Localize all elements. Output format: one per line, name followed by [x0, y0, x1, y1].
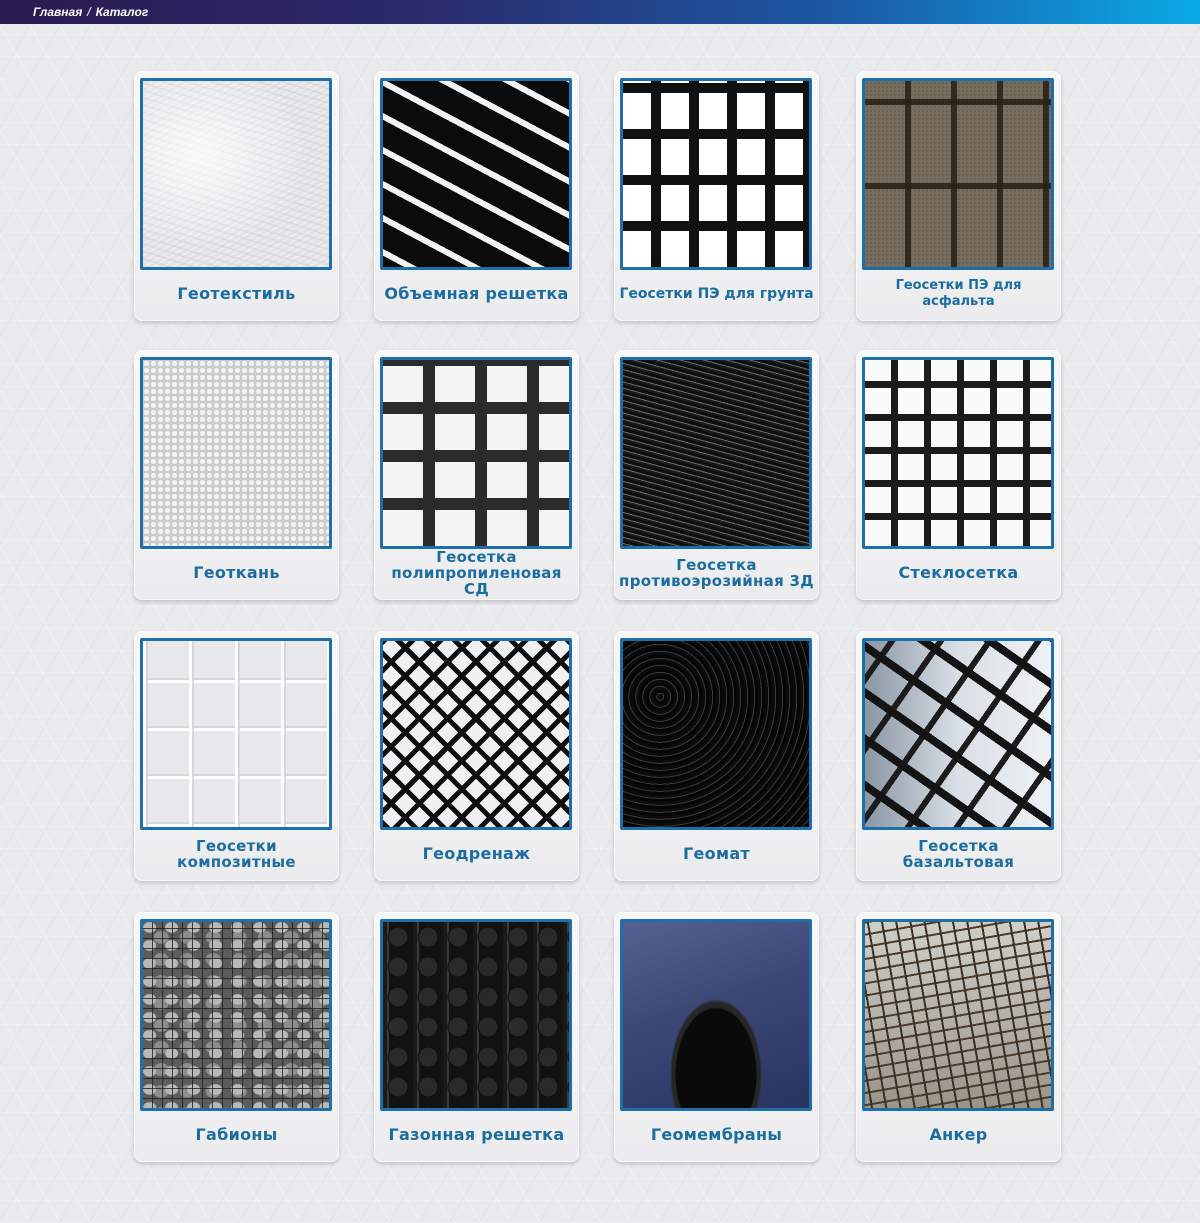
catalog-item-fiberglass-mesh[interactable]: Стеклосетка — [856, 350, 1061, 600]
composite-geogrid-image — [140, 638, 332, 830]
catalog-item-lawn-grid[interactable]: Газонная решетка — [374, 912, 579, 1162]
geomembrane-image — [620, 919, 812, 1111]
catalog-item-label: Геосетки композитные — [177, 836, 296, 871]
catalog-item-volume-grid[interactable]: Объемная решетка — [374, 71, 579, 321]
basalt-geogrid-image — [862, 638, 1054, 830]
catalog-item-label: Геоткань — [193, 562, 280, 582]
geofabric-image — [140, 357, 332, 549]
volume-grid-image — [380, 78, 572, 270]
catalog-item-geofabric[interactable]: Геоткань — [134, 350, 339, 600]
catalog-item-anchor[interactable]: Анкер — [856, 912, 1061, 1162]
catalog-item-label: Геосетка полипропиленовая СД — [391, 547, 562, 598]
catalog-item-label: Стеклосетка — [898, 562, 1019, 582]
pp-geogrid-image — [380, 357, 572, 549]
catalog-item-composite-geogrid[interactable]: Геосетки композитные — [134, 631, 339, 881]
catalog-item-label: Геодренаж — [422, 843, 531, 863]
catalog-grid: Геотекстиль Объемная решетка Геосетки ПЭ… — [0, 0, 1200, 1223]
catalog-item-label: Газонная решетка — [388, 1124, 565, 1144]
geotextile-image — [140, 78, 332, 270]
anti-erosion-geogrid-image — [620, 357, 812, 549]
pe-asphalt-geogrid-image — [862, 78, 1054, 270]
catalog-item-geotextile[interactable]: Геотекстиль — [134, 71, 339, 321]
geodrainage-image — [380, 638, 572, 830]
anchor-image — [862, 919, 1054, 1111]
catalog-item-label: Геосетки ПЭ для асфальта — [895, 277, 1022, 309]
lawn-grid-image — [380, 919, 572, 1111]
catalog-item-geomembrane[interactable]: Геомембраны — [614, 912, 819, 1162]
gabions-image — [140, 919, 332, 1111]
catalog-item-geodrainage[interactable]: Геодренаж — [374, 631, 579, 881]
pe-soil-geogrid-image — [620, 78, 812, 270]
catalog-item-label: Габионы — [195, 1124, 278, 1144]
fiberglass-mesh-image — [862, 357, 1054, 549]
catalog-item-label: Геосетка противоэрозийная 3Д — [619, 555, 814, 590]
catalog-item-pe-asphalt-geogrid[interactable]: Геосетки ПЭ для асфальта — [856, 71, 1061, 321]
catalog-item-label: Геосетки ПЭ для грунта — [619, 285, 814, 302]
catalog-item-label: Геотекстиль — [177, 283, 296, 303]
catalog-item-label: Геомембраны — [650, 1124, 783, 1144]
catalog-item-label: Геосетка базальтовая — [902, 836, 1015, 871]
catalog-item-pp-geogrid[interactable]: Геосетка полипропиленовая СД — [374, 350, 579, 600]
catalog-item-pe-soil-geogrid[interactable]: Геосетки ПЭ для грунта — [614, 71, 819, 321]
catalog-item-label: Геомат — [683, 843, 750, 863]
catalog-item-label: Анкер — [929, 1124, 988, 1144]
catalog-item-label: Объемная решетка — [384, 283, 569, 303]
catalog-item-geomat[interactable]: Геомат — [614, 631, 819, 881]
catalog-item-basalt-geogrid[interactable]: Геосетка базальтовая — [856, 631, 1061, 881]
catalog-item-anti-erosion-geogrid[interactable]: Геосетка противоэрозийная 3Д — [614, 350, 819, 600]
catalog-item-gabions[interactable]: Габионы — [134, 912, 339, 1162]
geomat-image — [620, 638, 812, 830]
